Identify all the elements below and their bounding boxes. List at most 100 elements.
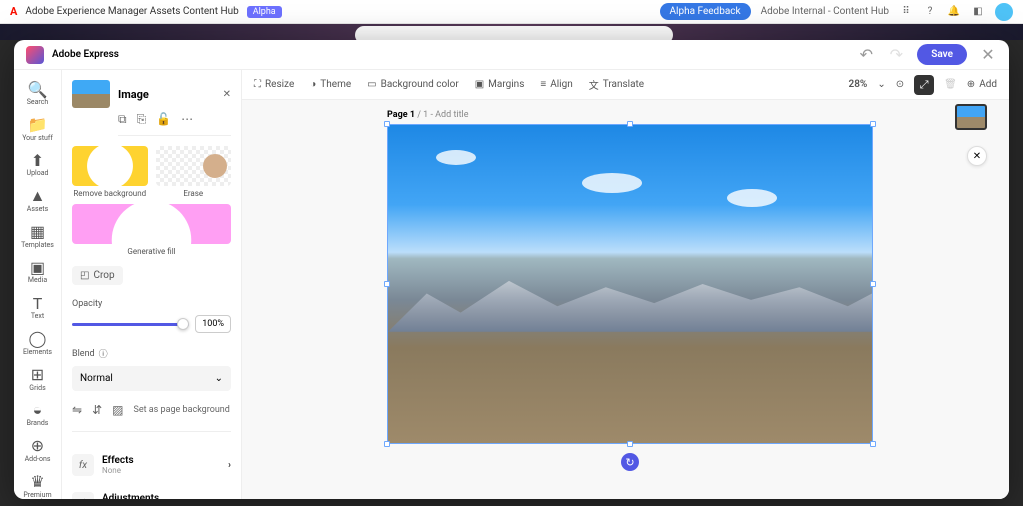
undo-icon[interactable]: ↶ [857, 46, 875, 64]
rail-search[interactable]: 🔍Search [14, 76, 61, 112]
rail-addons[interactable]: ⊕Add-ons [14, 433, 61, 469]
generative-fill-action[interactable]: Generative fill [72, 204, 231, 256]
translate-button[interactable]: 文Translate [589, 77, 644, 92]
topics-icon[interactable]: ◧ [971, 5, 985, 19]
save-button[interactable]: Save [917, 44, 967, 65]
plus-icon: ⊕ [967, 79, 975, 90]
flip-v-icon[interactable]: ⇵ [92, 403, 102, 417]
express-title: Adobe Express [52, 49, 119, 60]
close-panel-icon[interactable]: ✕ [223, 89, 231, 100]
blend-mode-select[interactable]: Normal ⌄ [72, 366, 231, 391]
effects-row[interactable]: fx Effects None › [72, 446, 231, 484]
chevron-down-icon[interactable]: ⌄ [877, 79, 885, 90]
avatar[interactable] [995, 3, 1013, 21]
artboard[interactable]: ↻ [387, 124, 873, 444]
page-indicator[interactable]: Page 1 / 1 - Add title [387, 110, 468, 120]
generative-fill-thumb [72, 204, 231, 244]
rail-elements[interactable]: ◯Elements [14, 326, 61, 362]
crop-button[interactable]: ◰ Crop [72, 266, 123, 285]
selected-image[interactable] [388, 125, 872, 443]
adjustments-row[interactable]: ☀ Adjustments None › [72, 484, 231, 499]
chevron-right-icon: › [228, 498, 231, 500]
premium-icon: ♛ [30, 474, 46, 490]
view-icon[interactable]: ⊙ [896, 79, 904, 90]
lock-icon[interactable]: 🔓 [156, 112, 171, 127]
aem-top-bar: A Adobe Experience Manager Assets Conten… [0, 0, 1023, 24]
org-label: Adobe Internal - Content Hub [761, 6, 889, 17]
rail-grids[interactable]: ⊞Grids [14, 362, 61, 398]
express-modal: Adobe Express ↶ ↷ Save ✕ 🔍Search 📁Your s… [14, 40, 1009, 499]
fit-icon[interactable]: ⤢ [914, 75, 934, 95]
resize-handle[interactable] [870, 281, 876, 287]
rail-text[interactable]: TText [14, 290, 61, 326]
delete-icon[interactable]: 🗑 [944, 79, 957, 90]
slider-thumb[interactable] [177, 318, 189, 330]
resize-handle[interactable] [384, 441, 390, 447]
erase-action[interactable]: Erase [156, 146, 232, 198]
express-logo-icon [26, 46, 44, 64]
resize-icon: ⛶ [254, 79, 261, 90]
resize-handle[interactable] [384, 281, 390, 287]
resize-handle[interactable] [870, 121, 876, 127]
opacity-slider[interactable] [72, 323, 189, 326]
chevron-down-icon: ⌄ [215, 373, 223, 384]
rail-templates[interactable]: ▦Templates [14, 219, 61, 255]
chevron-right-icon: › [228, 460, 231, 471]
adobe-logo-icon: A [10, 5, 17, 18]
remove-background-thumb [72, 146, 148, 186]
redo-icon[interactable]: ↷ [887, 46, 905, 64]
rail-assets[interactable]: ▲Assets [14, 183, 61, 219]
bgcolor-icon: ▭ [367, 79, 376, 90]
add-button[interactable]: ⊕Add [967, 79, 997, 90]
modal-header: Adobe Express ↶ ↷ Save ✕ [14, 40, 1009, 70]
effects-icon: fx [72, 454, 94, 476]
bell-icon[interactable]: 🔔 [947, 5, 961, 19]
bgcolor-button[interactable]: ▭Background color [367, 77, 459, 92]
help-icon[interactable]: ? [923, 5, 937, 19]
upload-icon: ⬆ [30, 152, 46, 168]
remove-background-action[interactable]: Remove background [72, 146, 148, 198]
duplicate-icon[interactable]: ⎘ [137, 112, 147, 127]
translate-icon: 文 [589, 77, 599, 92]
resize-button[interactable]: ⛶Resize [254, 77, 294, 92]
canvas-stage[interactable]: Page 1 / 1 - Add title [242, 100, 1009, 499]
rail-media[interactable]: ▣Media [14, 254, 61, 290]
elements-icon: ◯ [30, 331, 46, 347]
properties-panel: Image ✕ ⧉ ⎘ 🔓 ⋯ Remove background Erase [62, 70, 242, 499]
more-icon[interactable]: ⋯ [181, 112, 193, 127]
resize-handle[interactable] [384, 121, 390, 127]
props-toolbar: ⧉ ⎘ 🔓 ⋯ [118, 112, 231, 136]
info-icon[interactable]: ⓘ [99, 347, 108, 360]
resize-handle[interactable] [627, 441, 633, 447]
theme-button[interactable]: ◑Theme [310, 77, 351, 92]
zoom-level[interactable]: 28% [849, 79, 868, 90]
adjustments-icon: ☀ [72, 492, 94, 499]
apps-icon[interactable]: ⠿ [899, 5, 913, 19]
erase-thumb [156, 146, 232, 186]
ungroup-icon[interactable]: ⧉ [118, 112, 127, 127]
align-button[interactable]: ≡Align [540, 77, 572, 92]
media-icon: ▣ [30, 259, 46, 275]
close-pages-icon[interactable]: ✕ [967, 146, 987, 166]
rail-upload[interactable]: ⬆Upload [14, 147, 61, 183]
opacity-value[interactable]: 100% [195, 315, 231, 333]
canvas-area: ⛶Resize ◑Theme ▭Background color ▣Margin… [242, 70, 1009, 499]
alpha-feedback-button[interactable]: Alpha Feedback [660, 3, 751, 20]
align-icon: ≡ [540, 79, 546, 90]
resize-handle[interactable] [870, 441, 876, 447]
background-icon[interactable]: ▨ [112, 403, 123, 417]
rail-premium[interactable]: ♛Premium member [14, 469, 61, 499]
resize-handle[interactable] [627, 121, 633, 127]
rotate-handle[interactable]: ↻ [621, 453, 639, 471]
flip-h-icon[interactable]: ⇋ [72, 403, 82, 417]
set-background-button[interactable]: Set as page background [133, 405, 229, 415]
page-thumbnail[interactable] [955, 104, 987, 130]
margins-button[interactable]: ▣Margins [475, 77, 525, 92]
rail-brands[interactable]: ◒Brands [14, 397, 61, 433]
brands-icon: ◒ [30, 402, 46, 418]
blend-label: Blendⓘ [72, 347, 231, 360]
rail-your-stuff[interactable]: 📁Your stuff [14, 112, 61, 148]
search-icon: 🔍 [30, 81, 46, 97]
opacity-label: Opacity [72, 299, 231, 309]
close-icon[interactable]: ✕ [979, 46, 997, 64]
